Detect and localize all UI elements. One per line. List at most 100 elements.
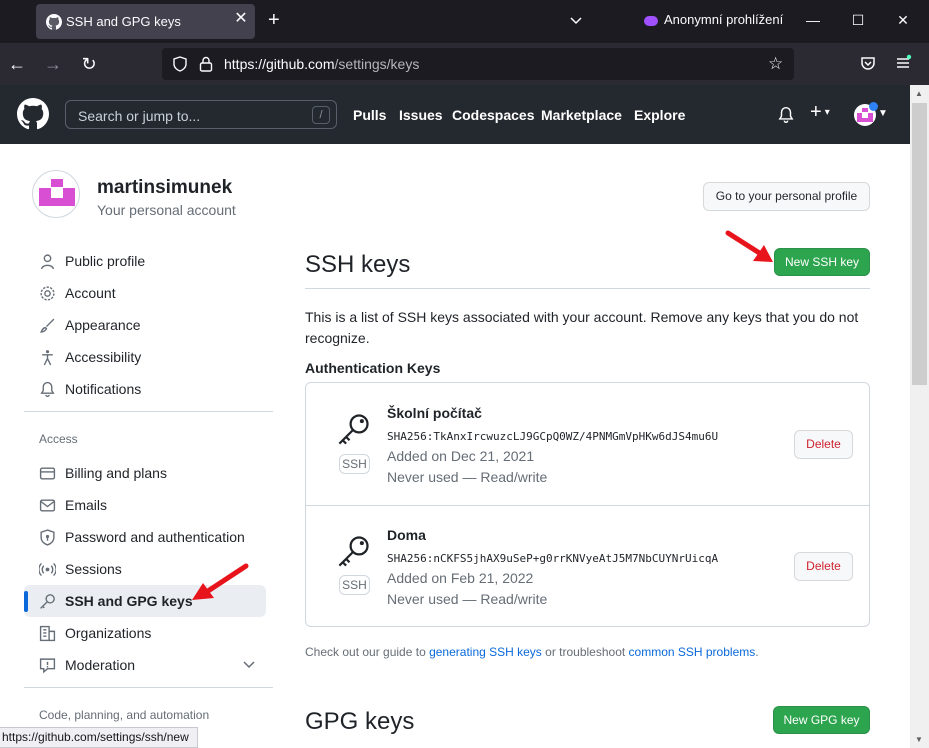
organization-icon: [39, 625, 56, 642]
shield-lock-icon: [39, 529, 56, 546]
url-text[interactable]: https://github.com/settings/keys: [224, 56, 419, 72]
browser-tab[interactable]: SSH and GPG keys ✕: [36, 4, 255, 39]
scroll-up-icon[interactable]: ▲: [915, 89, 923, 98]
sidebar-heading-code: Code, planning, and automation: [39, 708, 210, 722]
url-host: https://github.com: [224, 56, 335, 72]
profile-avatar[interactable]: [32, 170, 80, 218]
ssh-guide-text: Check out our guide to generating SSH ke…: [305, 645, 759, 659]
private-browsing-label: Anonymní prohlížení: [664, 12, 784, 27]
browser-tab-title: SSH and GPG keys: [66, 14, 181, 29]
app-menu-icon[interactable]: [893, 54, 913, 74]
key-type-badge: SSH: [339, 454, 370, 474]
guide-prefix: Check out our guide to: [305, 645, 430, 659]
authentication-keys-heading: Authentication Keys: [305, 360, 441, 376]
ssh-description: This is a list of SSH keys associated wi…: [305, 309, 859, 346]
accessibility-icon: [39, 349, 56, 366]
generating-ssh-keys-link[interactable]: generating SSH keys: [429, 645, 542, 659]
notification-bell-icon[interactable]: [777, 106, 795, 124]
bell-icon: [39, 381, 56, 398]
nav-codespaces[interactable]: Codespaces: [452, 107, 534, 123]
sidebar-divider: [24, 687, 273, 688]
private-mask-icon: [644, 15, 658, 26]
github-logo-icon[interactable]: [17, 98, 49, 130]
delete-key-button[interactable]: Delete: [794, 552, 853, 581]
tab-close-icon[interactable]: ✕: [232, 10, 250, 28]
create-caret-icon: ▾: [824, 107, 830, 119]
lock-icon[interactable]: [199, 56, 213, 72]
key-title: Doma: [387, 527, 426, 543]
key-added-date: Added on Dec 21, 2021: [387, 448, 535, 464]
tracking-shield-icon[interactable]: [172, 56, 188, 72]
link-status-bar: https://github.com/settings/ssh/new: [0, 727, 198, 748]
sidebar-item-label: Account: [65, 285, 116, 301]
sidebar-item-label: Password and authentication: [65, 529, 245, 545]
key-icon: [336, 411, 372, 447]
window-close-icon[interactable]: ✕: [895, 12, 911, 28]
sidebar-item-label: Organizations: [65, 625, 152, 641]
mail-icon: [39, 497, 56, 514]
sidebar-item-password-auth[interactable]: Password and authentication: [24, 521, 266, 553]
key-usage: Never used — Read/write: [387, 469, 548, 485]
gpg-keys-title: GPG keys: [305, 708, 415, 735]
sidebar-item-organizations[interactable]: Organizations: [24, 617, 266, 649]
scrollbar-thumb[interactable]: [912, 103, 927, 385]
page-scrollbar[interactable]: ▲ ▼: [910, 85, 929, 748]
maximize-icon[interactable]: ☐: [850, 12, 866, 28]
scroll-down-icon[interactable]: ▼: [915, 735, 923, 744]
url-path: /settings/keys: [334, 56, 420, 72]
sidebar-item-emails[interactable]: Emails: [24, 489, 266, 521]
paintbrush-icon: [39, 317, 56, 334]
private-browsing-indicator: Anonymní prohlížení: [644, 12, 783, 27]
sidebar-item-moderation[interactable]: Moderation: [24, 649, 266, 681]
nav-marketplace[interactable]: Marketplace: [541, 107, 622, 123]
annotation-arrow-icon: [192, 563, 249, 600]
sidebar-item-billing[interactable]: Billing and plans: [24, 457, 266, 489]
key-row-divider: [306, 505, 869, 506]
nav-issues[interactable]: Issues: [399, 107, 443, 123]
search-input[interactable]: Search or jump to... /: [65, 100, 337, 129]
github-favicon-icon: [46, 14, 62, 30]
key-icon: [39, 593, 56, 610]
sidebar-heading-access: Access: [39, 432, 78, 446]
nav-pulls[interactable]: Pulls: [353, 107, 386, 123]
sidebar-item-accessibility[interactable]: Accessibility: [24, 341, 266, 373]
address-bar[interactable]: https://github.com/settings/keys ☆: [162, 48, 794, 80]
credit-card-icon: [39, 465, 56, 482]
forward-arrow-icon[interactable]: →: [43, 54, 63, 74]
sidebar-item-notifications[interactable]: Notifications: [24, 373, 266, 405]
new-tab-icon[interactable]: +: [268, 10, 280, 30]
profile-subtitle: Your personal account: [97, 202, 236, 218]
sidebar-item-appearance[interactable]: Appearance: [24, 309, 266, 341]
pocket-icon[interactable]: [858, 54, 878, 74]
delete-key-button[interactable]: Delete: [794, 430, 853, 459]
sidebar-item-label: Accessibility: [65, 349, 142, 365]
common-ssh-problems-link[interactable]: common SSH problems: [629, 645, 756, 659]
key-usage: Never used — Read/write: [387, 591, 548, 607]
key-added-date: Added on Feb 21, 2022: [387, 570, 534, 586]
sidebar-item-account[interactable]: Account: [24, 277, 266, 309]
reload-icon[interactable]: ↻: [79, 54, 99, 74]
sidebar-item-public-profile[interactable]: Public profile: [24, 245, 266, 277]
new-ssh-key-button[interactable]: New SSH key: [774, 248, 870, 276]
browser-tab-strip: SSH and GPG keys ✕ + Anonymní prohlížení…: [0, 0, 929, 43]
status-dot-icon: [869, 102, 878, 111]
go-to-profile-button[interactable]: Go to your personal profile: [703, 182, 870, 211]
new-gpg-key-button[interactable]: New GPG key: [773, 706, 870, 734]
profile-username[interactable]: martinsimunek: [97, 177, 232, 199]
back-arrow-icon[interactable]: ←: [7, 54, 27, 74]
report-icon: [39, 657, 56, 674]
sidebar-item-label: Billing and plans: [65, 465, 167, 481]
bookmark-star-icon[interactable]: ☆: [768, 54, 783, 74]
guide-suffix: .: [755, 645, 759, 659]
tab-list-chevron-icon[interactable]: [568, 12, 584, 28]
chevron-down-icon[interactable]: [242, 657, 256, 671]
key-fingerprint: SHA256:TkAnxIrcwuzcLJ9GCpQ0WZ/4PNMGmVpHK…: [387, 430, 719, 443]
create-new-plus-icon[interactable]: + ▾: [810, 101, 830, 124]
sidebar-divider: [24, 411, 273, 412]
sidebar-item-label: Public profile: [65, 253, 146, 269]
sidebar-item-label: Appearance: [65, 317, 141, 333]
avatar-caret-icon[interactable]: ▼: [878, 108, 888, 119]
nav-explore[interactable]: Explore: [634, 107, 685, 123]
annotation-arrow-icon: [725, 230, 773, 262]
minimize-icon[interactable]: —: [805, 12, 821, 28]
